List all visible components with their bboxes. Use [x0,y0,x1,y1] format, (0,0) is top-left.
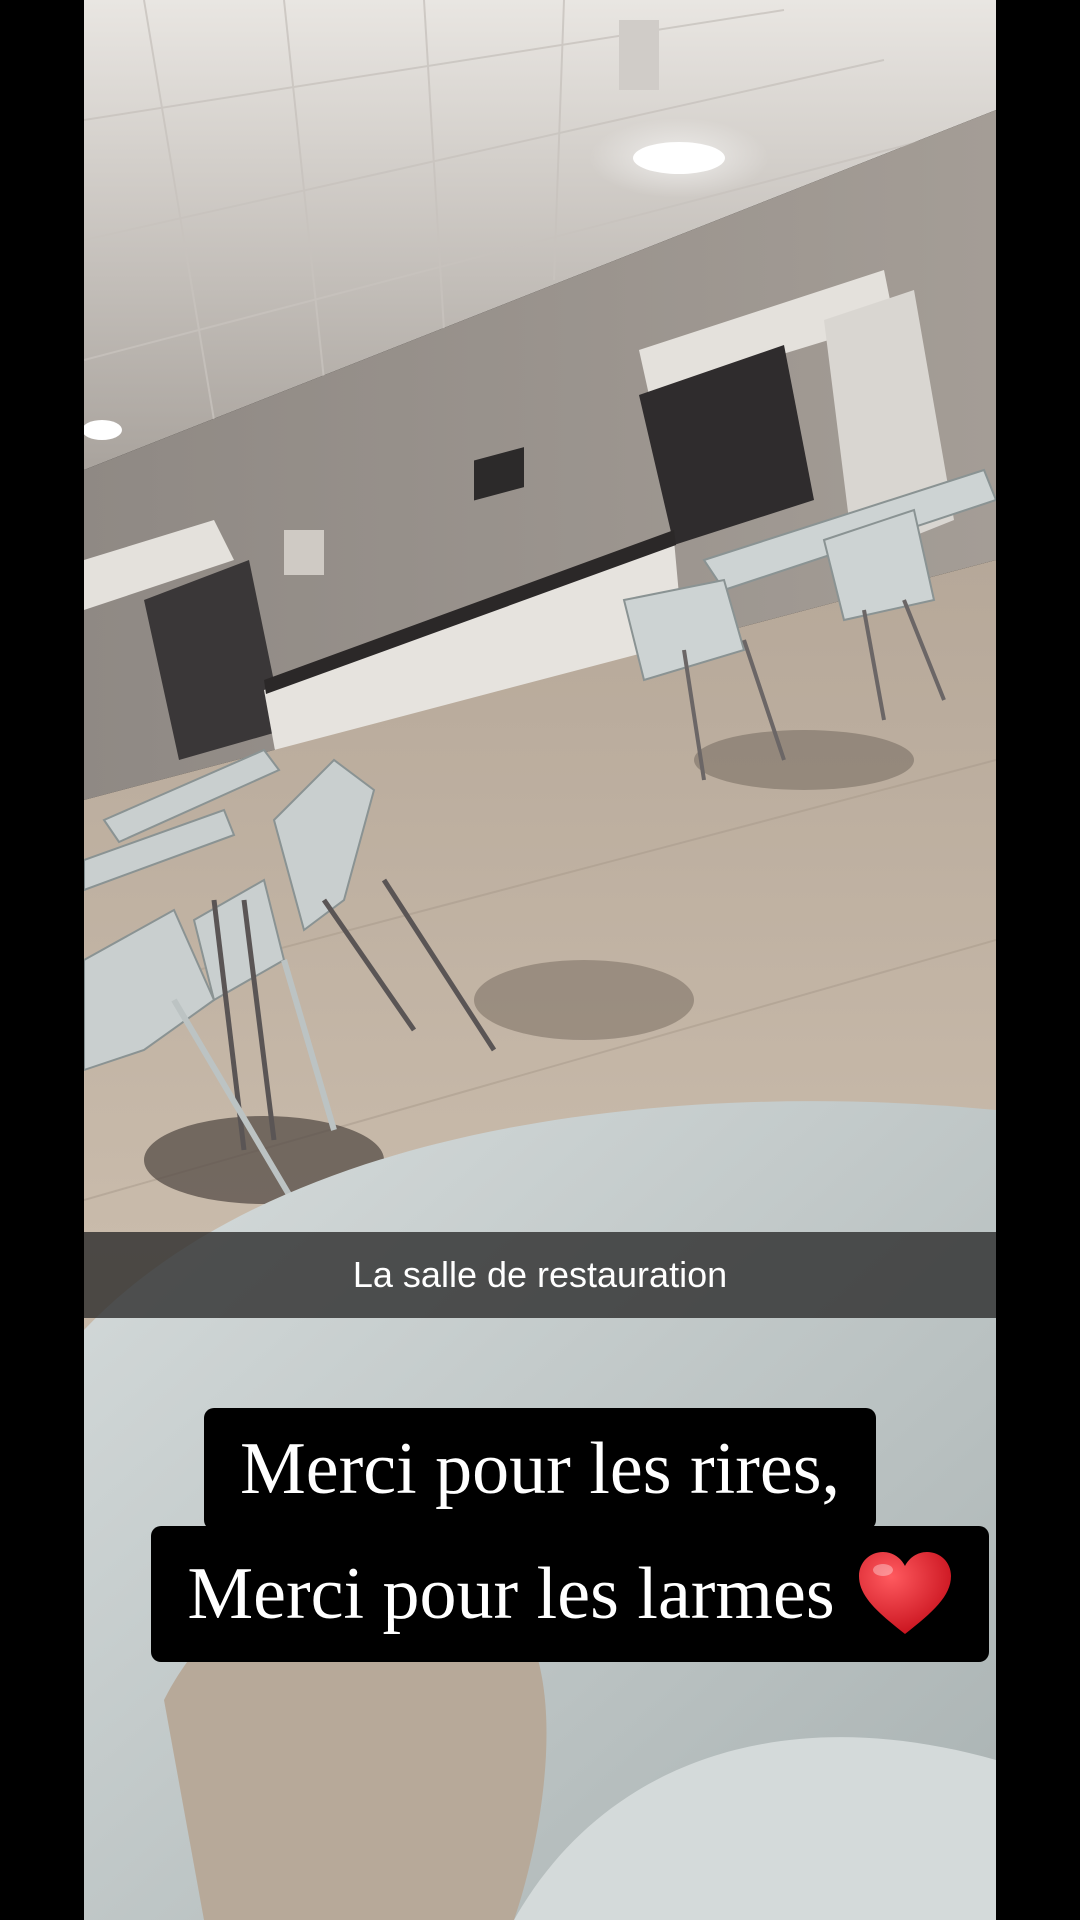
quote-line-1-text: Merci pour les rires, [239,1428,841,1510]
quote-line-2-text: Merci pour les larmes [187,1553,835,1635]
quote-block: Merci pour les rires, Merci pour les lar… [0,1408,1080,1662]
quote-line-2: Merci pour les larmes [151,1526,989,1662]
caption-bar: La salle de restauration [84,1232,996,1318]
quote-line-1: Merci pour les rires, [203,1408,877,1530]
heart-icon [857,1550,953,1638]
caption-text: La salle de restauration [352,1254,728,1295]
